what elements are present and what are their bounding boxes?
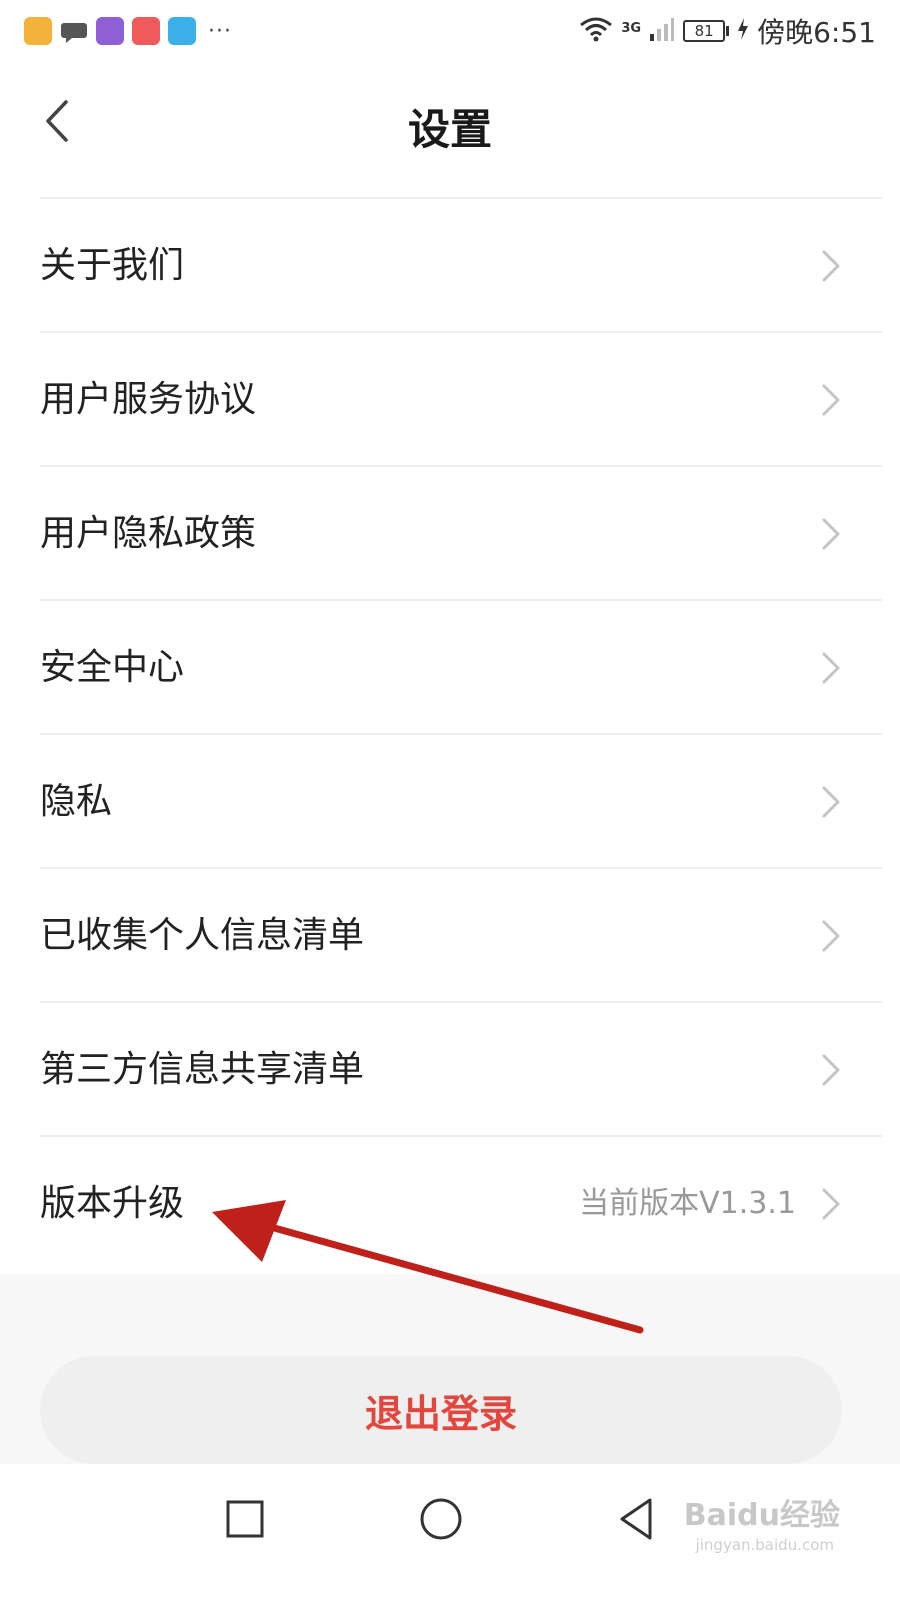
signal-icon xyxy=(649,16,675,46)
menu-item-privacy-policy[interactable]: 用户隐私政策 xyxy=(40,465,882,599)
status-indicators: 3G 81 傍晚6:51 xyxy=(579,11,876,51)
menu-item-label: 版本升级 xyxy=(40,1183,185,1224)
menu-item-label: 安全中心 xyxy=(40,647,185,688)
menu-item-collected-info-list[interactable]: 已收集个人信息清单 xyxy=(40,867,882,1001)
system-nav-bar: Baidu经验 jingyan.baidu.com xyxy=(0,1464,900,1600)
current-version-text: 当前版本V1.3.1 xyxy=(579,1186,796,1221)
menu-item-label: 用户隐私政策 xyxy=(40,513,257,554)
battery-level: 81 xyxy=(683,20,726,42)
system-back-button[interactable] xyxy=(612,1494,662,1544)
wallet-app-icon xyxy=(132,17,160,45)
footer-area: 退出登录 xyxy=(0,1274,900,1464)
chevron-right-icon xyxy=(822,1188,840,1220)
square-icon xyxy=(226,1500,264,1538)
battery-icon: 81 xyxy=(683,20,730,42)
recent-apps-button[interactable] xyxy=(220,1494,270,1544)
charging-icon xyxy=(737,17,749,45)
analytics-app-icon xyxy=(96,17,124,45)
menu-item-label: 关于我们 xyxy=(40,245,185,286)
menu-item-version-upgrade[interactable]: 版本升级 当前版本V1.3.1 xyxy=(40,1135,882,1269)
triangle-back-icon xyxy=(620,1498,652,1540)
baidu-watermark-url: jingyan.baidu.com xyxy=(695,1536,834,1554)
status-time: 傍晚6:51 xyxy=(757,16,876,49)
menu-item-label: 用户服务协议 xyxy=(40,379,257,420)
notification-icons: ··· xyxy=(24,17,232,45)
chevron-right-icon xyxy=(822,652,840,684)
menu-item-security-center[interactable]: 安全中心 xyxy=(40,599,882,733)
menu-item-about-us[interactable]: 关于我们 xyxy=(40,197,882,331)
menu-item-label: 隐私 xyxy=(40,781,113,822)
chevron-right-icon xyxy=(822,518,840,550)
page-title: 设置 xyxy=(407,105,492,154)
menu-item-label: 第三方信息共享清单 xyxy=(40,1049,365,1090)
chevron-right-icon xyxy=(822,250,840,282)
chevron-right-icon xyxy=(822,1054,840,1086)
network-type-label: 3G xyxy=(621,21,642,36)
chevron-right-icon xyxy=(822,786,840,818)
circle-icon xyxy=(420,1498,462,1540)
shield-app-icon xyxy=(168,17,196,45)
more-notifications-icon: ··· xyxy=(208,18,232,44)
menu-item-privacy[interactable]: 隐私 xyxy=(40,733,882,867)
status-bar: ··· 3G 81 傍晚6:51 xyxy=(0,0,900,62)
menu-item-label: 已收集个人信息清单 xyxy=(40,915,365,956)
menu-item-third-party-sharing-list[interactable]: 第三方信息共享清单 xyxy=(40,1001,882,1135)
menu-item-user-service-agreement[interactable]: 用户服务协议 xyxy=(40,331,882,465)
message-icon xyxy=(60,17,88,45)
wifi-icon xyxy=(579,15,613,47)
settings-list: 关于我们 用户服务协议 用户隐私政策 安全中心 隐私 已收集个人信息清单 第三方… xyxy=(0,197,900,1269)
page-header: 设置 xyxy=(0,62,900,182)
chevron-right-icon xyxy=(822,920,840,952)
app-notification-icon xyxy=(24,17,52,45)
logout-button[interactable]: 退出登录 xyxy=(40,1356,842,1464)
chevron-right-icon xyxy=(822,384,840,416)
home-button[interactable] xyxy=(416,1494,466,1544)
baidu-watermark: Baidu经验 xyxy=(683,1498,840,1533)
